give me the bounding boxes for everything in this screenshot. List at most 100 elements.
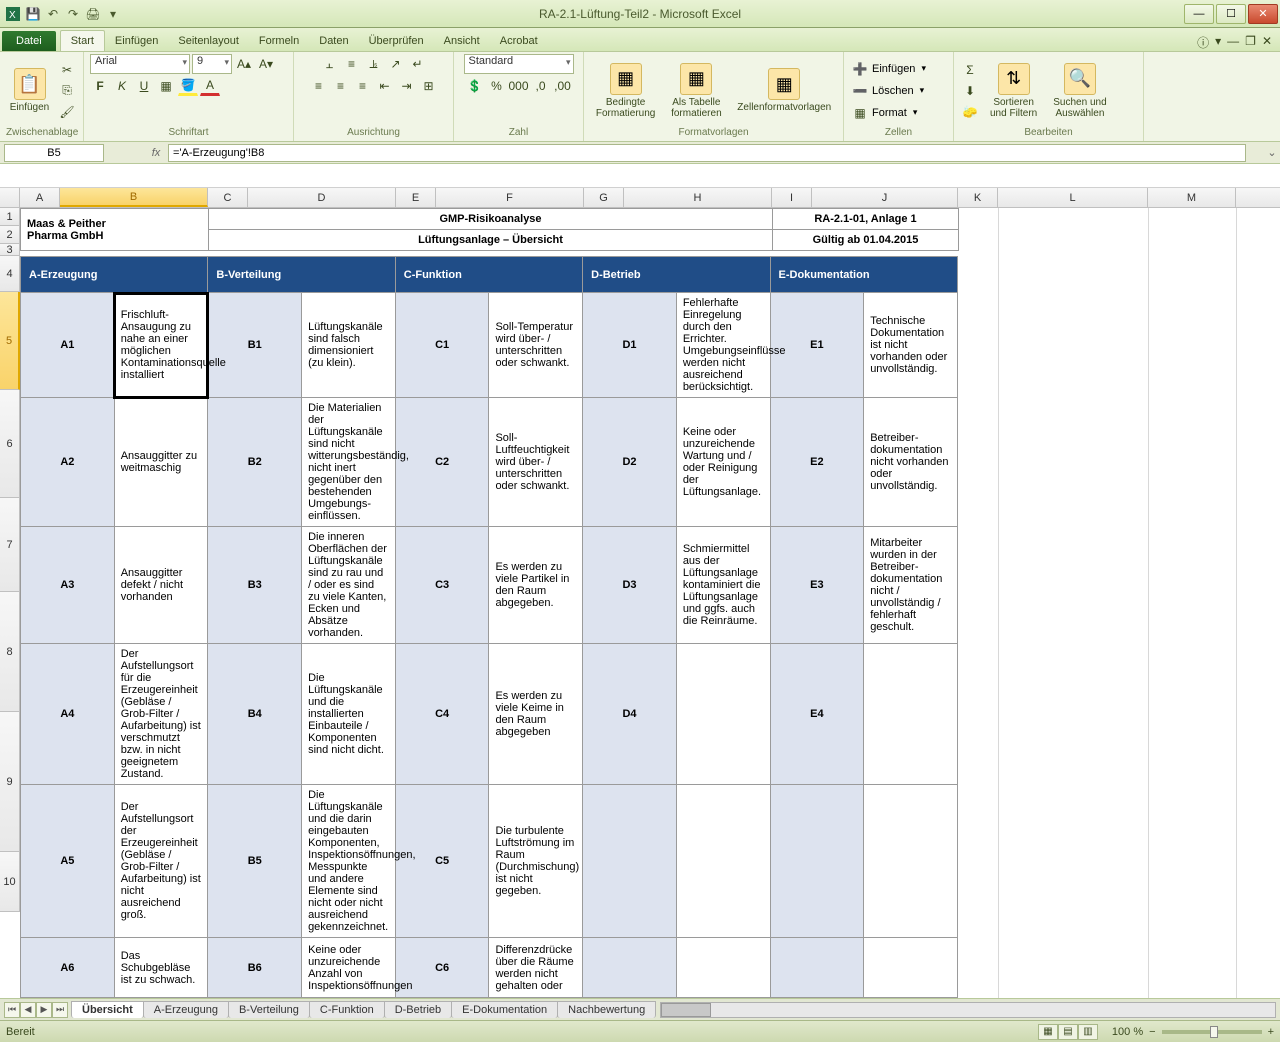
underline-button[interactable]: U <box>134 76 154 96</box>
col-header-E[interactable]: E <box>396 188 436 207</box>
worksheet-grid[interactable]: ABCDEFGHIJKLM 12345678910 Maas & Peither… <box>0 188 1280 998</box>
format-cells-button[interactable]: ▦Format▾ <box>850 103 926 123</box>
help-icon[interactable]: ⓘ <box>1197 34 1209 51</box>
wb-minimize-icon[interactable]: — <box>1227 34 1239 51</box>
horizontal-scrollbar[interactable] <box>660 1002 1276 1018</box>
insert-cells-button[interactable]: ➕Einfügen▾ <box>850 59 926 79</box>
zoom-in-icon[interactable]: + <box>1268 1026 1274 1038</box>
align-right-icon[interactable]: ≡ <box>353 76 373 96</box>
col-header-H[interactable]: H <box>624 188 772 207</box>
maximize-button[interactable]: ☐ <box>1216 4 1246 24</box>
sheet-tab[interactable]: E-Dokumentation <box>451 1001 558 1018</box>
col-header-G[interactable]: G <box>584 188 624 207</box>
row-header-3[interactable]: 3 <box>0 244 20 256</box>
formula-bar[interactable]: ='A-Erzeugung'!B8 <box>168 144 1246 162</box>
tab-nav-last-icon[interactable]: ⏭ <box>52 1002 68 1018</box>
fx-icon[interactable]: fx <box>144 147 168 159</box>
name-box[interactable]: B5 <box>4 144 104 162</box>
align-top-icon[interactable]: ⫠ <box>320 54 340 74</box>
minimize-button[interactable]: — <box>1184 4 1214 24</box>
indent-inc-icon[interactable]: ⇥ <box>397 76 417 96</box>
page-layout-view-icon[interactable]: ▤ <box>1058 1024 1078 1040</box>
col-header-F[interactable]: F <box>436 188 584 207</box>
tab-ueberpruefen[interactable]: Überprüfen <box>359 31 434 51</box>
autosum-icon[interactable]: Σ <box>960 60 980 80</box>
row-header-5[interactable]: 5 <box>0 292 20 390</box>
sheet-tab[interactable]: D-Betrieb <box>384 1001 452 1018</box>
inc-decimal-icon[interactable]: ,0 <box>531 76 551 96</box>
grow-font-icon[interactable]: A▴ <box>234 54 254 74</box>
dec-decimal-icon[interactable]: ,00 <box>553 76 573 96</box>
border-icon[interactable]: ▦ <box>156 76 176 96</box>
delete-cells-button[interactable]: ➖Löschen▾ <box>850 81 926 101</box>
align-left-icon[interactable]: ≡ <box>309 76 329 96</box>
indent-dec-icon[interactable]: ⇤ <box>375 76 395 96</box>
merge-icon[interactable]: ⊞ <box>419 76 439 96</box>
format-painter-icon[interactable]: 🖌 <box>57 102 77 122</box>
row-header-7[interactable]: 7 <box>0 498 20 592</box>
col-header-B[interactable]: B <box>60 188 208 207</box>
col-header-A[interactable]: A <box>20 188 60 207</box>
tab-start[interactable]: Start <box>60 30 105 51</box>
close-button[interactable]: ✕ <box>1248 4 1278 24</box>
expand-formula-bar-icon[interactable]: ⌄ <box>1264 146 1280 159</box>
sheet-tab[interactable]: Nachbewertung <box>557 1001 656 1018</box>
row-header-2[interactable]: 2 <box>0 226 20 244</box>
fill-icon[interactable]: ⬇ <box>960 81 980 101</box>
row-header-4[interactable]: 4 <box>0 256 20 292</box>
currency-icon[interactable]: 💲 <box>465 76 485 96</box>
find-select-button[interactable]: 🔍Suchen und Auswählen <box>1047 61 1112 121</box>
col-header-M[interactable]: M <box>1148 188 1236 207</box>
tab-acrobat[interactable]: Acrobat <box>490 31 548 51</box>
cell-styles-button[interactable]: ▦Zellenformatvorlagen <box>732 66 837 115</box>
clear-icon[interactable]: 🧽 <box>960 102 980 122</box>
row-header-8[interactable]: 8 <box>0 592 20 712</box>
font-name-combo[interactable]: Arial <box>90 54 190 74</box>
select-all-corner[interactable] <box>0 188 20 207</box>
wrap-text-icon[interactable]: ↵ <box>408 54 428 74</box>
col-header-J[interactable]: J <box>812 188 958 207</box>
sheet-tab[interactable]: C-Funktion <box>309 1001 385 1018</box>
sheet-tab[interactable]: B-Verteilung <box>228 1001 310 1018</box>
row-header-10[interactable]: 10 <box>0 852 20 912</box>
sheet-tab[interactable]: A-Erzeugung <box>143 1001 229 1018</box>
row-header-1[interactable]: 1 <box>0 208 20 226</box>
redo-icon[interactable]: ↷ <box>64 5 82 23</box>
normal-view-icon[interactable]: ▦ <box>1038 1024 1058 1040</box>
wb-close-icon[interactable]: ✕ <box>1262 34 1272 51</box>
align-center-icon[interactable]: ≡ <box>331 76 351 96</box>
minimize-ribbon-icon[interactable]: ▾ <box>1215 34 1221 51</box>
file-tab[interactable]: Datei <box>2 31 56 51</box>
zoom-out-icon[interactable]: − <box>1149 1026 1155 1038</box>
thousands-icon[interactable]: 000 <box>509 76 529 96</box>
paste-button[interactable]: 📋 Einfügen <box>6 66 53 115</box>
italic-button[interactable]: K <box>112 76 132 96</box>
align-middle-icon[interactable]: ≡ <box>342 54 362 74</box>
page-break-view-icon[interactable]: ▥ <box>1078 1024 1098 1040</box>
print-preview-icon[interactable]: 🖨 <box>84 5 102 23</box>
col-header-L[interactable]: L <box>998 188 1148 207</box>
zoom-slider[interactable] <box>1162 1030 1262 1034</box>
copy-icon[interactable]: ⎘ <box>57 81 77 101</box>
row-header-6[interactable]: 6 <box>0 390 20 498</box>
align-bottom-icon[interactable]: ⫡ <box>364 54 384 74</box>
qat-more-icon[interactable]: ▾ <box>104 5 122 23</box>
font-color-icon[interactable]: A <box>200 76 220 96</box>
col-header-K[interactable]: K <box>958 188 998 207</box>
tab-formeln[interactable]: Formeln <box>249 31 309 51</box>
bold-button[interactable]: F <box>90 76 110 96</box>
cut-icon[interactable]: ✂ <box>57 60 77 80</box>
col-header-D[interactable]: D <box>248 188 396 207</box>
sort-filter-button[interactable]: ⇅Sortieren und Filtern <box>984 61 1043 121</box>
tab-einfuegen[interactable]: Einfügen <box>105 31 168 51</box>
tab-nav-prev-icon[interactable]: ◀ <box>20 1002 36 1018</box>
col-header-I[interactable]: I <box>772 188 812 207</box>
conditional-format-button[interactable]: ▦Bedingte Formatierung <box>590 61 661 121</box>
tab-ansicht[interactable]: Ansicht <box>434 31 490 51</box>
excel-icon[interactable]: X <box>4 5 22 23</box>
undo-icon[interactable]: ↶ <box>44 5 62 23</box>
tab-seitenlayout[interactable]: Seitenlayout <box>168 31 249 51</box>
font-size-combo[interactable]: 9 <box>192 54 232 74</box>
tab-nav-first-icon[interactable]: ⏮ <box>4 1002 20 1018</box>
save-icon[interactable]: 💾 <box>24 5 42 23</box>
